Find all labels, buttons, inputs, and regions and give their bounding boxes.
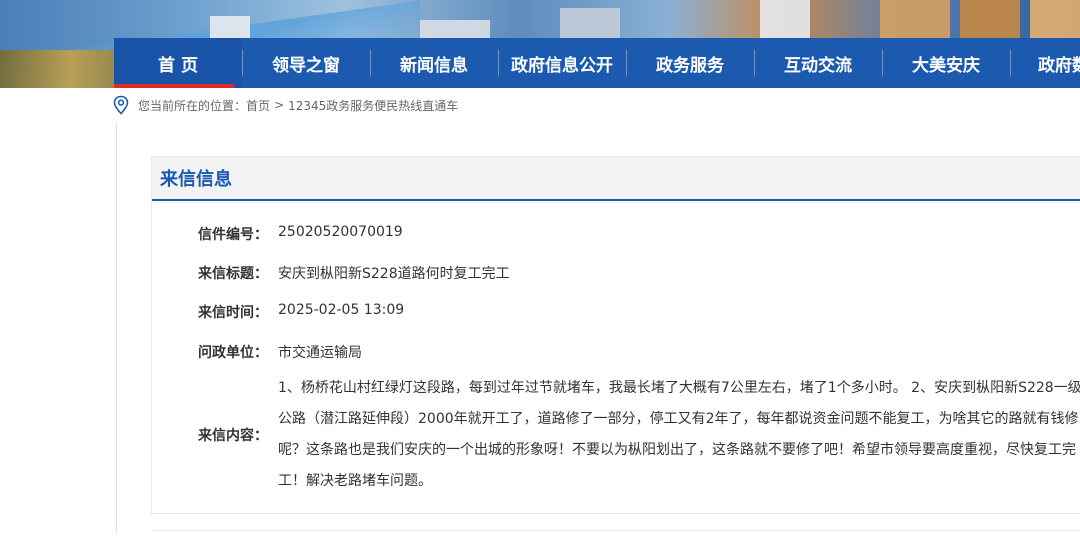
banner-building [560,8,620,38]
field-row-number: 信件编号： 25020520070019 [152,224,403,244]
location-pin-icon [112,95,130,115]
main-panel: 来信信息 信件编号： 25020520070019 来信标题： 安庆到枞阳新S2… [116,122,1080,534]
letter-title-value: 安庆到枞阳新S228道路何时复工完工 [278,266,510,282]
breadcrumb-home-link[interactable]: 首页 [246,97,270,114]
next-card-edge [151,530,1080,541]
field-row-content: 来信内容： 1、杨桥花山村红绿灯这段路，每到过年过节就堵车，我最长堵了大概有7公… [152,373,1080,497]
nav-item-leaders[interactable]: 领导之窗 [242,38,370,88]
banner-building [760,0,810,38]
field-row-time: 来信时间： 2025-02-05 13:09 [152,302,404,322]
letter-unit-value: 市交通运输局 [278,345,362,361]
nav-item-home[interactable]: 首 页 [114,38,242,88]
breadcrumb-separator: > [274,98,285,112]
banner-building [210,16,250,38]
breadcrumb-prefix: 您当前所在的位置： [138,98,247,113]
nav-item-gov-data[interactable]: 政府数 [1010,38,1080,88]
nav-item-services[interactable]: 政务服务 [626,38,754,88]
letter-time-value: 2025-02-05 13:09 [278,302,405,318]
field-row-unit: 问政单位： 市交通运输局 [152,342,362,362]
nav-item-interaction[interactable]: 互动交流 [754,38,882,88]
letter-info-card: 来信信息 信件编号： 25020520070019 来信标题： 安庆到枞阳新S2… [151,156,1080,514]
main-nav: 首 页 领导之窗 新闻信息 政府信息公开 政务服务 互动交流 大美安庆 政府数 [114,38,1080,88]
banner-building [880,0,950,38]
letter-number-value: 25020520070019 [278,224,403,240]
banner-building [960,0,1020,38]
section-title: 来信信息 [152,157,1080,201]
breadcrumb: 您当前所在的位置： 首页 > 12345政务服务便民热线直通车 [112,94,458,116]
breadcrumb-current[interactable]: 12345政务服务便民热线直通车 [288,97,458,114]
field-label: 来信内容： [198,428,268,444]
field-label: 来信时间： [198,305,268,321]
field-label: 来信标题： [198,266,268,282]
field-label: 问政单位： [198,345,268,361]
banner-building [420,20,490,38]
field-row-title: 来信标题： 安庆到枞阳新S228道路何时复工完工 [152,263,510,283]
field-label: 信件编号： [198,227,268,243]
nav-item-gov-info[interactable]: 政府信息公开 [498,38,626,88]
nav-item-news[interactable]: 新闻信息 [370,38,498,88]
letter-content-value: 1、杨桥花山村红绿灯这段路，每到过年过节就堵车，我最长堵了大概有7公里左右，堵了… [278,380,1080,489]
nav-item-anqing[interactable]: 大美安庆 [882,38,1010,88]
banner-building [1030,0,1080,38]
